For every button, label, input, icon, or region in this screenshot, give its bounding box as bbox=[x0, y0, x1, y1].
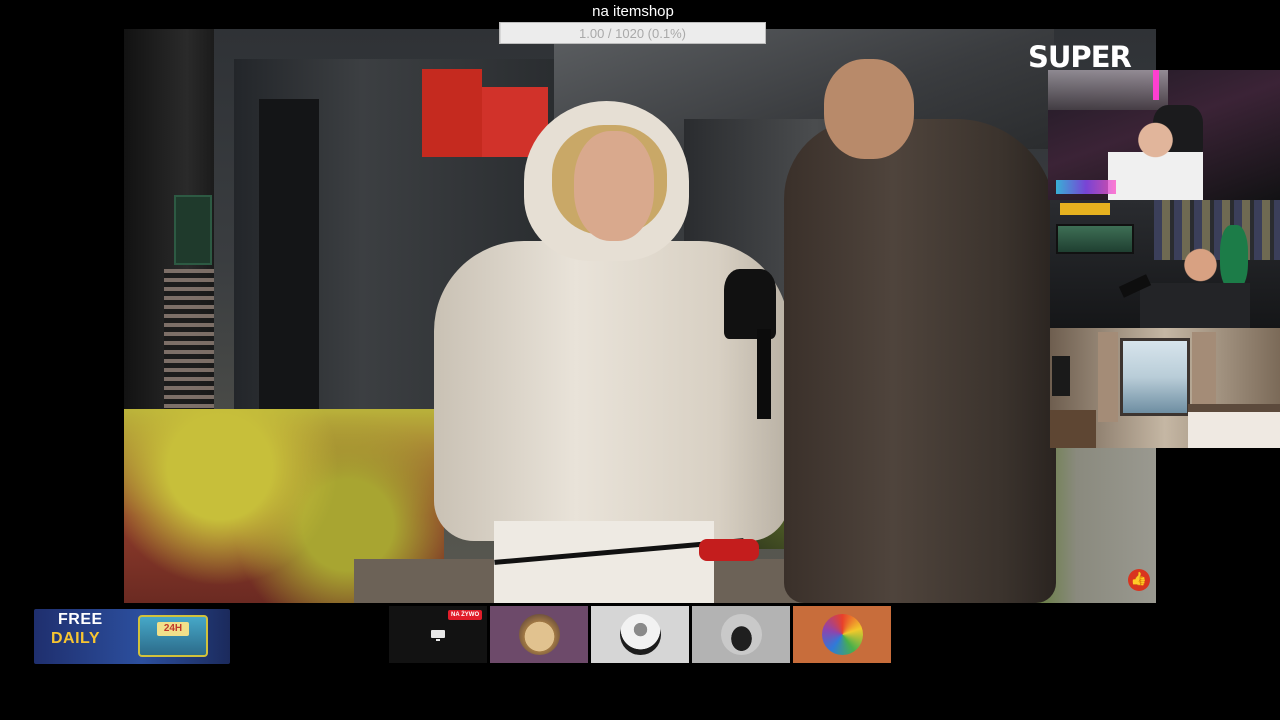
microphone-handle bbox=[757, 329, 771, 419]
man-head bbox=[824, 59, 914, 159]
woman-face bbox=[574, 131, 654, 241]
building-door bbox=[259, 99, 319, 419]
brand-sign bbox=[1060, 203, 1110, 215]
tv-set bbox=[1052, 356, 1070, 396]
avatar bbox=[822, 614, 863, 655]
leash-handle bbox=[699, 539, 759, 561]
channel-tile-1[interactable] bbox=[490, 606, 588, 663]
brown-jacket bbox=[784, 119, 1056, 603]
streamer-2 bbox=[1140, 238, 1250, 328]
woman-in-white-coat bbox=[424, 101, 794, 603]
webcam-3 bbox=[1050, 328, 1280, 448]
goal-progress-bar: 1.00 / 1020 (0.1%) bbox=[499, 22, 766, 44]
pink-led bbox=[1153, 70, 1159, 100]
thumbs-up-icon: 👍 bbox=[1128, 569, 1150, 591]
promo-line-1: FREE bbox=[58, 611, 103, 628]
ceiling-light bbox=[1048, 70, 1168, 110]
goal-title: na itemshop bbox=[592, 3, 674, 20]
webcam-1 bbox=[1048, 70, 1280, 200]
avatar bbox=[620, 614, 661, 655]
promo-line-2: DAILY bbox=[51, 630, 101, 647]
avatar bbox=[721, 614, 762, 655]
tv-icon bbox=[431, 630, 445, 641]
rgb-keyboard bbox=[1056, 180, 1116, 194]
live-badge: NA ŻYWO bbox=[448, 610, 483, 620]
desk bbox=[1050, 410, 1096, 448]
curtain-left bbox=[1098, 332, 1118, 422]
chest-lock-label: 24H bbox=[157, 622, 189, 636]
goal-progress-text: 1.00 / 1020 (0.1%) bbox=[579, 26, 686, 41]
building-stripes bbox=[164, 269, 214, 419]
streamer-1 bbox=[1108, 120, 1203, 200]
aquarium bbox=[1056, 224, 1134, 254]
stream-tile[interactable]: NA ŻYWO bbox=[389, 606, 487, 663]
channel-tile-2[interactable] bbox=[591, 606, 689, 663]
man-in-brown-jacket bbox=[784, 59, 1059, 603]
channel-tile-4[interactable] bbox=[793, 606, 891, 663]
free-daily-banner[interactable]: FREE DAILY 24H bbox=[34, 609, 230, 664]
avatar bbox=[519, 614, 560, 655]
green-shop-sign bbox=[174, 195, 212, 265]
bed bbox=[1188, 404, 1280, 448]
channel-tile-3[interactable] bbox=[692, 606, 790, 663]
balcony-window bbox=[1120, 338, 1190, 416]
webcam-2 bbox=[1050, 200, 1280, 328]
super-logo: SUPER bbox=[1028, 40, 1132, 74]
main-video bbox=[124, 29, 1156, 603]
